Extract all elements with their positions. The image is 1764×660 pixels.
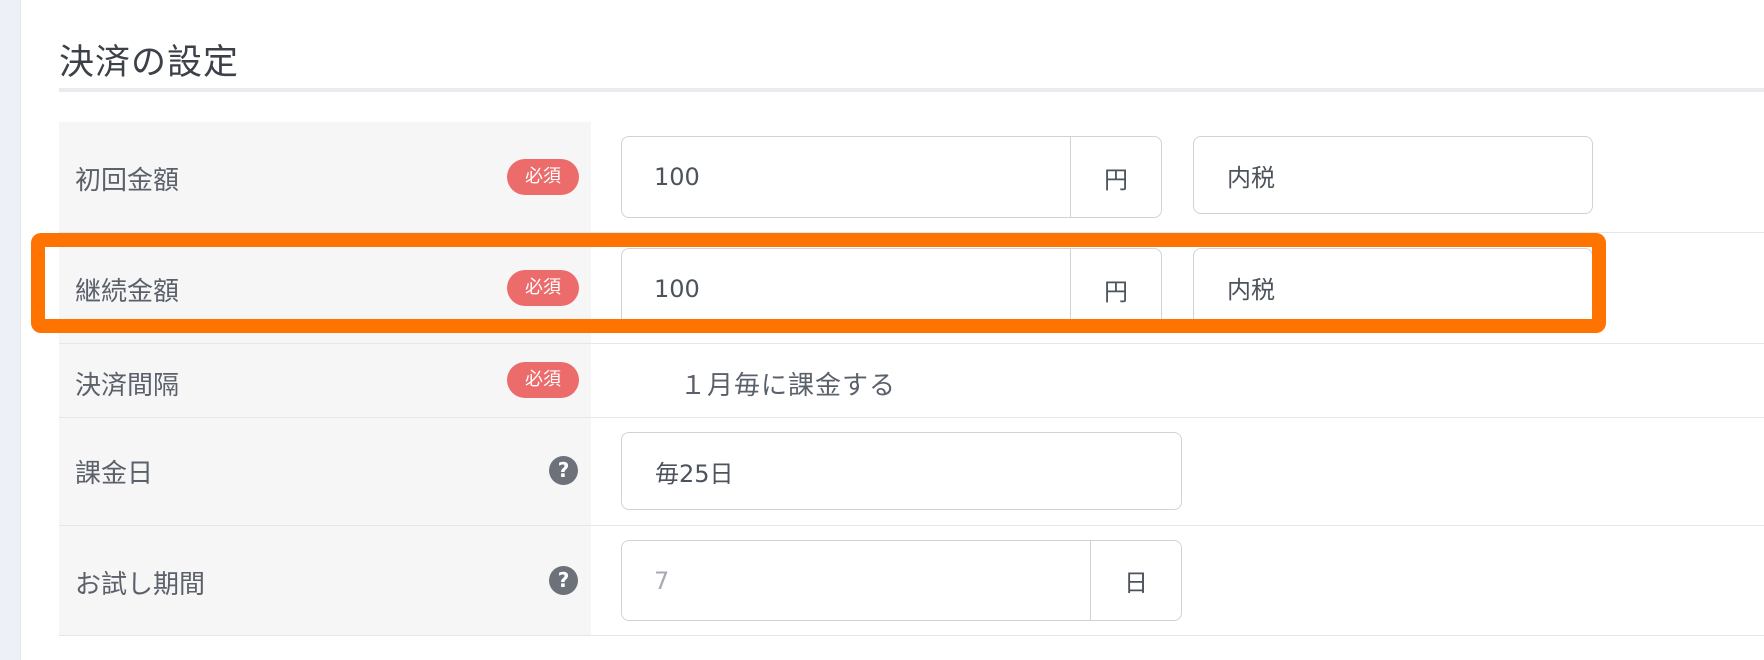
initial-amount-input-group: 100 円 bbox=[621, 136, 1162, 218]
section-title: 決済の設定 bbox=[59, 43, 240, 83]
day-unit-addon: 日 bbox=[1090, 541, 1181, 620]
trial-period-input[interactable]: 7 bbox=[622, 541, 1091, 620]
initial-tax-select[interactable]: 内税 bbox=[1193, 136, 1593, 214]
required-badge: 必須 bbox=[507, 159, 579, 195]
billing-day-label: 課金日 bbox=[75, 459, 154, 489]
trial-period-input-group: 7 日 bbox=[621, 540, 1182, 621]
form-row-initial-amount: 初回金額 必須 100 円 内税 bbox=[59, 122, 1764, 233]
initial-amount-label: 初回金額 bbox=[75, 166, 180, 196]
trial-period-label: お試し期間 bbox=[75, 570, 206, 600]
billing-day-field[interactable]: 毎25日 bbox=[621, 432, 1182, 510]
form-row-billing-interval: 決済間隔 必須 １月毎に課金する bbox=[59, 344, 1764, 418]
yen-unit-addon: 円 bbox=[1070, 137, 1161, 217]
highlight-box bbox=[31, 233, 1606, 333]
billing-interval-label: 決済間隔 bbox=[75, 371, 180, 401]
question-icon[interactable]: ? bbox=[549, 456, 578, 485]
required-badge: 必須 bbox=[507, 362, 579, 398]
sidebar-edge bbox=[0, 0, 21, 660]
form-row-billing-day: 課金日 ? 毎25日 bbox=[59, 418, 1764, 526]
form-row-trial-period: お試し期間 ? 7 日 bbox=[59, 526, 1764, 636]
billing-interval-value: １月毎に課金する bbox=[680, 371, 897, 401]
section-divider bbox=[59, 88, 1764, 92]
initial-amount-input[interactable]: 100 bbox=[622, 137, 1071, 217]
question-icon[interactable]: ? bbox=[549, 566, 578, 595]
